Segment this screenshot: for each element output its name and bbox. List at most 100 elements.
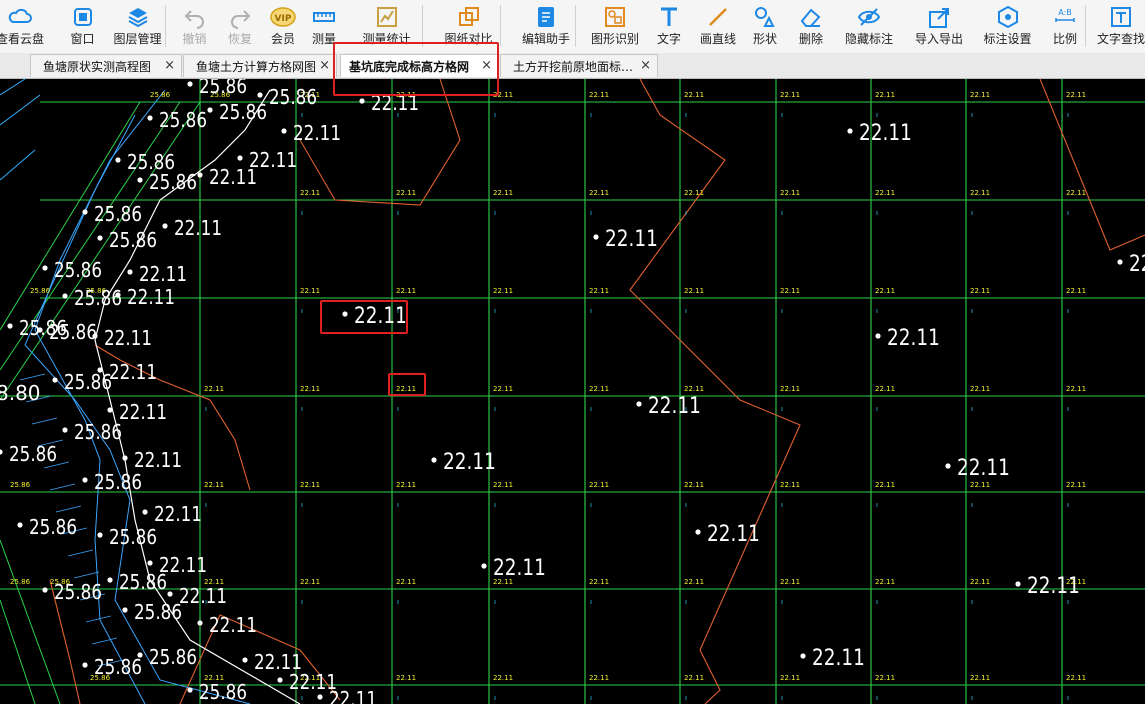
toolbar-button-scale[interactable]: A:B 比例	[1040, 0, 1090, 53]
toolbar-button-label: 标注设置	[983, 32, 1032, 46]
toolbar-button-import-export[interactable]: 导入导出	[903, 0, 975, 53]
elevation-point[interactable]	[52, 377, 58, 383]
toolbar-button-vip[interactable]: VIP 会员	[261, 0, 305, 53]
redo-icon	[227, 4, 253, 30]
elevation-point[interactable]	[107, 407, 113, 413]
elevation-point[interactable]	[1117, 259, 1123, 265]
grid-node-label: 22.11	[589, 578, 609, 586]
toolbar-button-measure-stats[interactable]: 测量统计	[343, 0, 430, 53]
elevation-label: 25.86	[119, 570, 167, 594]
elevation-point[interactable]	[122, 607, 128, 613]
toolbar-button-compare[interactable]: 图纸对比	[430, 0, 507, 53]
tab-close-icon[interactable]: ×	[640, 58, 651, 73]
toolbar-button-hide-eye[interactable]: 隐藏标注	[835, 0, 903, 53]
elevation-point[interactable]	[62, 427, 68, 433]
elevation-point[interactable]	[945, 463, 951, 469]
elevation-point[interactable]	[142, 509, 148, 515]
elevation-point[interactable]	[17, 522, 23, 528]
toolbar-button-shape-recognize[interactable]: 图形识别	[585, 0, 645, 53]
elevation-point[interactable]	[147, 115, 153, 121]
toolbar-button-shape[interactable]: 形状	[743, 0, 787, 53]
toolbar-button-text-search[interactable]: 文字查找	[1090, 0, 1145, 53]
elevation-label: 25.86	[134, 600, 182, 624]
elevation-point[interactable]	[257, 92, 263, 98]
tab-close-icon[interactable]: ×	[164, 58, 175, 73]
elevation-label: 22.11	[139, 262, 187, 286]
toolbar-button-layers[interactable]: 图层管理	[105, 0, 170, 53]
elevation-point[interactable]	[137, 177, 143, 183]
grid-node-label: 22.11	[589, 385, 609, 393]
grid-node-mark: ı	[301, 501, 303, 509]
toolbar-button-window[interactable]: 窗口	[60, 0, 105, 53]
tab-earthwork-grid[interactable]: 鱼塘土方计算方格网图 ×	[183, 54, 337, 77]
elevation-point[interactable]	[187, 687, 193, 693]
grid-node-mark: ı	[971, 405, 973, 413]
elevation-point[interactable]	[62, 293, 68, 299]
elevation-point[interactable]	[42, 265, 48, 271]
tab-close-icon[interactable]: ×	[481, 58, 492, 73]
elevation-point[interactable]	[197, 172, 203, 178]
elevation-point[interactable]	[277, 677, 283, 683]
toolbar-button-label: 导入导出	[914, 32, 963, 46]
grid-node-mark: ı	[1067, 111, 1069, 119]
elevation-point[interactable]	[127, 269, 133, 275]
elevation-label: 22.11	[493, 556, 546, 581]
toolbar-button-line[interactable]: 画直线	[693, 0, 743, 53]
grid-node-mark: ı	[876, 111, 878, 119]
grid-node-label: 22.11	[780, 481, 800, 489]
elevation-label: 22.11	[293, 121, 341, 145]
elevation-point[interactable]	[481, 563, 487, 569]
toolbar-button-annotation-settings[interactable]: 标注设置	[975, 0, 1040, 53]
elevation-point[interactable]	[1015, 581, 1021, 587]
toolbar-button-cloud[interactable]: 查看云盘	[0, 0, 48, 53]
elevation-point[interactable]	[162, 223, 168, 229]
elevation-label: 25.86	[54, 580, 102, 604]
elevation-point[interactable]	[431, 457, 437, 463]
elevation-point[interactable]	[97, 532, 103, 538]
elevation-point[interactable]	[281, 128, 287, 134]
elevation-point[interactable]	[317, 694, 323, 700]
elevation-point[interactable]	[82, 662, 88, 668]
elevation-point[interactable]	[82, 477, 88, 483]
elevation-point[interactable]	[167, 591, 173, 597]
elevation-point[interactable]	[137, 652, 143, 658]
elevation-point[interactable]	[147, 560, 153, 566]
tab-fish-pond-original-survey[interactable]: 鱼塘原状实测高程图 ×	[30, 54, 182, 77]
elevation-point[interactable]	[115, 157, 121, 163]
elevation-point[interactable]	[187, 81, 193, 87]
elevation-point[interactable]	[593, 234, 599, 240]
elevation-label: 25.86	[149, 645, 197, 669]
elevation-point[interactable]	[122, 455, 128, 461]
grid-node-label: 22.11	[589, 189, 609, 197]
elevation-label: 25.86	[199, 680, 247, 704]
grid-node-label: 22.11	[970, 481, 990, 489]
elevation-point[interactable]	[847, 128, 853, 134]
elevation-point[interactable]	[197, 620, 203, 626]
elevation-point[interactable]	[695, 529, 701, 535]
elevation-point[interactable]	[800, 653, 806, 659]
elevation-point[interactable]	[242, 657, 248, 663]
toolbar-button-text[interactable]: 文字	[645, 0, 693, 53]
elevation-point[interactable]	[42, 587, 48, 593]
elevation-point[interactable]	[875, 333, 881, 339]
tab-ground-before-excavation[interactable]: 土方开挖前原地面标… ×	[500, 54, 658, 77]
tab-pit-bottom-grid[interactable]: 基坑底完成标高方格网 ×	[340, 54, 498, 77]
toolbar-button-ruler[interactable]: 测量	[305, 0, 343, 53]
elevation-point[interactable]	[37, 327, 43, 333]
tab-close-icon[interactable]: ×	[319, 58, 330, 73]
elevation-point[interactable]	[7, 323, 13, 329]
elevation-label: 22.11	[707, 522, 760, 547]
elevation-point[interactable]	[107, 577, 113, 583]
elevation-point[interactable]	[359, 98, 365, 104]
toolbar-button-edit-assistant[interactable]: 编辑助手	[507, 0, 585, 53]
drawing-canvas[interactable]: 22.11 ı 22.11 ı 22.11 ı 22.11 ı 22.11 ı 22.11 ı 22.1…	[0, 79, 1145, 704]
elevation-point[interactable]	[82, 209, 88, 215]
grid-node-mark: ı	[781, 501, 783, 509]
elevation-point[interactable]	[207, 107, 213, 113]
elevation-point[interactable]	[97, 235, 103, 241]
grid-node-mark: ı	[590, 405, 592, 413]
elevation-point[interactable]	[237, 155, 243, 161]
toolbar-button-eraser[interactable]: 删除	[787, 0, 835, 53]
elevation-point[interactable]	[342, 311, 348, 317]
elevation-point[interactable]	[636, 401, 642, 407]
